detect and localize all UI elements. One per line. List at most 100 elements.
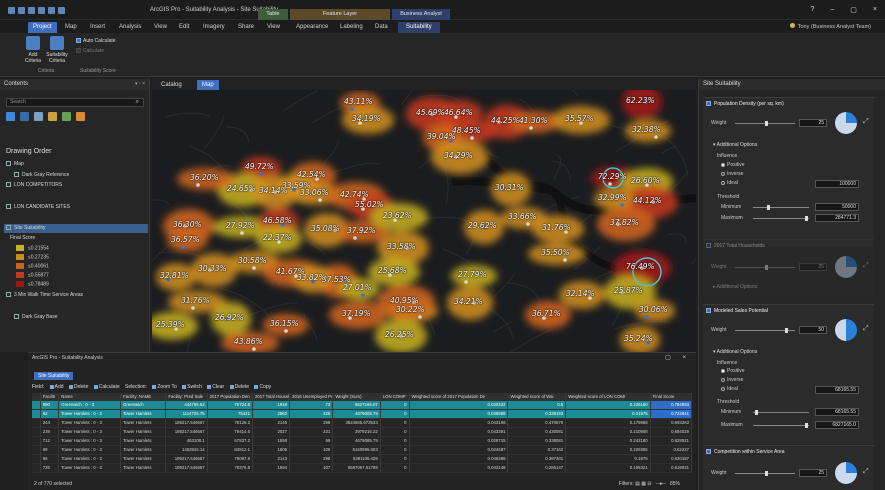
site-point[interactable] (418, 315, 422, 319)
visibility-checkbox[interactable] (6, 225, 11, 231)
table-cell[interactable]: Tower Hamlets : 0 - 3 (58, 409, 122, 419)
table-cell[interactable]: 2027 (252, 427, 291, 437)
list-by-snapping-icon[interactable] (62, 112, 71, 121)
table-cell[interactable]: 463108.1 (165, 436, 208, 446)
table-cell[interactable]: 0.043198 (409, 418, 509, 428)
column-header[interactable]: Weight (Sum) (332, 393, 381, 401)
visibility-checkbox[interactable] (6, 292, 11, 298)
calculate-button[interactable]: Calculate (76, 48, 104, 54)
table-cell[interactable]: 0 (380, 445, 410, 455)
visibility-checkbox[interactable] (6, 204, 11, 210)
site-point[interactable] (318, 198, 322, 202)
list-by-source-icon[interactable] (20, 112, 29, 121)
maximum-input[interactable]: 6827165.0 (815, 421, 859, 429)
table-cell[interactable] (32, 463, 41, 473)
tab-share[interactable]: Share (238, 22, 254, 33)
tab-project[interactable]: Project (28, 22, 57, 33)
minimum-input[interactable]: 68165.55 (815, 408, 859, 416)
weight-slider[interactable] (735, 328, 795, 333)
table-cell[interactable] (32, 436, 41, 446)
calculate-field-button[interactable]: Calculate (94, 384, 120, 390)
table-cell[interactable]: 0.242180 (565, 436, 651, 446)
column-header[interactable]: Weighted score of LON COMI (565, 393, 651, 401)
maximum-slider[interactable] (753, 423, 809, 428)
slider-thumb[interactable] (765, 121, 768, 126)
table-cell[interactable]: 244 (40, 418, 60, 428)
table-cell[interactable]: 0.339193 (507, 409, 567, 419)
table-cell[interactable]: 298 (289, 454, 334, 464)
maximum-input[interactable]: 284771.3 (815, 214, 859, 222)
weight-slider[interactable] (735, 471, 795, 476)
table-cell[interactable]: 0.470679 (507, 418, 567, 428)
slider-thumb[interactable] (805, 423, 808, 428)
site-point[interactable] (181, 245, 185, 249)
switch-selection-button[interactable]: Switch (182, 384, 202, 390)
column-header[interactable]: Final Score (650, 393, 692, 401)
slider-thumb[interactable] (765, 471, 768, 476)
site-point[interactable] (353, 236, 357, 240)
table-row[interactable]: 244 Tower Hamlets : 0 - 3 Tower Hamlets 189… (32, 418, 692, 428)
table-cell[interactable]: 226 (289, 409, 334, 419)
table-cell[interactable]: 0.5 (507, 401, 567, 410)
table-cell[interactable] (32, 401, 41, 410)
auto-calculate-checkbox[interactable]: Auto Calculate (76, 38, 116, 44)
visibility-checkbox[interactable] (6, 182, 11, 188)
table-cell[interactable]: Tower Hamlets (120, 427, 167, 437)
table-cell[interactable]: Tower Hamlets : 0 - 3 (58, 418, 122, 428)
table-cell[interactable]: 0.043391 (409, 427, 509, 437)
list-by-labeling-icon[interactable] (76, 112, 85, 121)
criterion-title[interactable]: Modeled Sales Potential (706, 308, 768, 314)
table-cell[interactable]: 3979216.22 (332, 427, 381, 437)
table-cell[interactable]: Tower Hamlets (120, 418, 167, 428)
table-cell[interactable]: 0.039988 (409, 409, 509, 419)
ideal-value-input[interactable]: 100000 (815, 180, 859, 188)
influence-positive-radio[interactable]: Positive (721, 162, 745, 168)
table-row[interactable]: 98 Tower Hamlets : 0 - 3 Tower Hamlets 1453… (32, 445, 692, 455)
table-cell[interactable]: 0.620187 (650, 454, 692, 464)
visibility-checkbox[interactable] (14, 314, 19, 320)
table-cell[interactable]: 0.37162 (507, 445, 567, 455)
column-header[interactable]: Facility: Pred Sale (165, 393, 208, 401)
open-criteria-icon[interactable]: ⤢ (863, 325, 869, 333)
table-cell[interactable]: 0 (380, 454, 410, 464)
table-cell[interactable]: 2145 (252, 418, 291, 428)
table-cell[interactable]: 5160995.903 (332, 445, 381, 455)
weight-input[interactable]: 25 (799, 469, 827, 477)
site-point[interactable] (259, 172, 263, 176)
influence-positive-radio[interactable]: Positive (721, 368, 745, 374)
table-cell[interactable]: 0 (380, 427, 410, 437)
site-point[interactable] (464, 280, 468, 284)
table-cell[interactable]: 0.210908 (565, 427, 651, 437)
table-cell[interactable]: 0 (380, 463, 410, 473)
table-cell[interactable]: 0.045386 (409, 454, 509, 464)
site-point[interactable] (526, 222, 530, 226)
tab-analysis[interactable]: Analysis (119, 22, 141, 33)
table-cell[interactable]: 0 (380, 436, 410, 446)
influence-inverse-radio[interactable]: Inverse (721, 377, 743, 383)
table-cell[interactable]: 0.387301 (507, 454, 567, 464)
copy-selection-button[interactable]: Copy (254, 384, 271, 390)
column-header[interactable]: Facility: NAME (120, 393, 167, 401)
suitability-criteria-button[interactable]: Suitability Criteria (44, 36, 70, 64)
open-criteria-icon[interactable]: ⤢ (863, 468, 869, 476)
table-cell[interactable]: 0.618931 (650, 463, 692, 473)
table-cell[interactable]: 189217.546667 (165, 463, 208, 473)
influence-ideal-radio[interactable]: Ideal (721, 180, 738, 186)
user-account[interactable]: Tony (Business Analyst Team) (790, 23, 871, 30)
tab-view[interactable]: View (154, 22, 167, 33)
table-row[interactable]: 726 Tower Hamlets : 0 - 3 Tower Hamlets 189… (32, 463, 692, 473)
contents-search-input[interactable]: Search ⌕ (6, 98, 144, 107)
table-cell[interactable] (32, 418, 41, 428)
table-cell[interactable]: 0.285147 (507, 463, 567, 473)
table-cell[interactable]: 4879008.79 (332, 409, 381, 419)
table-cell[interactable]: Tower Hamlets (120, 409, 167, 419)
table-cell[interactable]: Tower Hamlets : 0 - 3 (58, 463, 122, 473)
column-header[interactable]: 2017 Population Den (207, 393, 253, 401)
criterion-title[interactable]: Population Density (per sq. km) (706, 101, 784, 107)
layer-lon-competitors[interactable]: LON COMPETITORS (6, 181, 62, 190)
tab-insert[interactable]: Insert (90, 22, 105, 33)
table-cell[interactable]: 726 (40, 463, 60, 473)
influence-ideal-radio[interactable]: Ideal (721, 386, 738, 392)
table-cell[interactable]: 1605 (252, 445, 291, 455)
table-cell[interactable]: 298 (289, 418, 334, 428)
